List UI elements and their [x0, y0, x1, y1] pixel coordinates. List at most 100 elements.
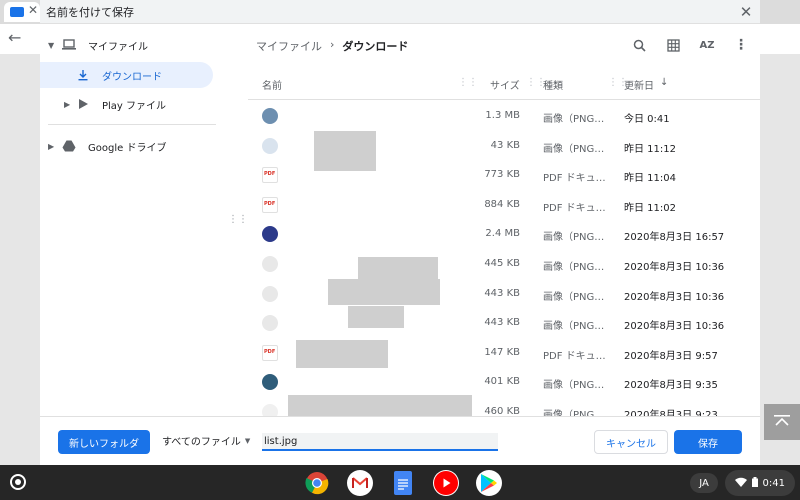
sidebar-item-label: ダウンロード [102, 71, 162, 83]
file-size: 1.3 MB [485, 110, 520, 121]
grid-view-icon[interactable] [662, 34, 684, 56]
file-date: 昨日 11:12 [624, 143, 676, 155]
file-size: 884 KB [484, 198, 520, 210]
file-row[interactable]: 1.3 MB 画像（PNG… 今日 0:41 [248, 101, 760, 131]
breadcrumb-root[interactable]: マイファイル [256, 38, 322, 54]
redaction-block [296, 339, 388, 368]
sidebar-item-downloads[interactable]: ダウンロード [40, 62, 213, 88]
file-date: 昨日 11:04 [624, 173, 676, 185]
play-store-icon[interactable] [476, 470, 502, 496]
scroll-to-top-button[interactable] [764, 404, 800, 440]
file-type: 画像（PNG… [543, 291, 605, 303]
file-date: 2020年8月3日 16:57 [624, 232, 725, 244]
column-header: 名前 ⋮⋮ サイズ ⋮⋮ 種類 ⋮⋮ 更新日 ↓ [248, 68, 760, 100]
file-type: PDF ドキュ… [543, 202, 606, 214]
file-type: 画像（PNG… [543, 321, 605, 333]
file-row[interactable]: 443 KB 画像（PNG… 2020年8月3日 10:36 [248, 306, 760, 338]
expand-arrow-icon[interactable]: ▶ [48, 142, 54, 151]
breadcrumb-current: ダウンロード [342, 40, 409, 53]
filter-label: すべてのファイル [162, 437, 241, 448]
file-date: 2020年8月3日 10:36 [624, 262, 725, 273]
download-icon [76, 68, 90, 82]
shelf: JA 0:41 [0, 465, 800, 500]
screen: ✕ ← 名前を付けて保存 ✕ ▼ マイファイル ダウンロード ▶ Play ファ… [0, 0, 800, 500]
ime-indicator[interactable]: JA [690, 473, 718, 493]
sort-az-icon[interactable]: AZ [696, 34, 718, 56]
sort-arrow-icon[interactable]: ↓ [660, 77, 668, 88]
status-tray[interactable]: 0:41 [725, 470, 795, 496]
arrow-up-icon [774, 415, 790, 426]
expand-arrow-icon[interactable]: ▶ [64, 100, 70, 109]
column-date[interactable]: 更新日 [624, 77, 654, 92]
file-date: 2020年8月3日 10:36 [624, 291, 725, 303]
file-date: 2020年8月3日 9:35 [624, 380, 718, 392]
file-row[interactable]: 2.4 MB 画像（PNG… 2020年8月3日 16:57 [248, 219, 760, 249]
close-icon[interactable]: ✕ [736, 0, 756, 24]
gmail-icon[interactable] [347, 470, 373, 496]
pinned-apps [304, 470, 502, 496]
sidebar-item-my-files[interactable]: ▼ マイファイル [40, 32, 213, 58]
sidebar-item-label: Play ファイル [102, 100, 167, 112]
file-size: 401 KB [484, 376, 520, 388]
expand-arrow-icon[interactable]: ▼ [48, 41, 54, 50]
launcher-icon[interactable] [10, 474, 26, 490]
file-size: 445 KB [484, 258, 520, 269]
file-date: 2020年8月3日 10:36 [624, 321, 725, 333]
image-thumbnail [262, 285, 278, 302]
file-row[interactable]: 43 KB 画像（PNG… 昨日 11:12 [248, 130, 760, 171]
column-size[interactable]: サイズ [490, 77, 520, 92]
battery-icon [751, 476, 758, 490]
file-size: 43 KB [490, 139, 520, 151]
file-type-filter[interactable]: すべてのファイル ▼ [162, 433, 251, 449]
splitter-handle[interactable]: ⋮⋮ [228, 214, 248, 225]
dialog-title: 名前を付けて保存 [46, 6, 134, 19]
file-row[interactable]: 147 KB PDF ドキュ… 2020年8月3日 9:57 [248, 338, 760, 368]
column-resize-handle[interactable]: ⋮⋮ [458, 77, 478, 88]
file-row[interactable]: 773 KB PDF ドキュ… 昨日 11:04 [248, 160, 760, 190]
wifi-icon [734, 477, 747, 490]
image-thumbnail [262, 315, 278, 332]
new-folder-button[interactable]: 新しいフォルダ [58, 430, 150, 454]
file-row[interactable]: 443 KB 画像（PNG… 2020年8月3日 10:36 [248, 278, 760, 309]
filename-input[interactable] [262, 433, 498, 451]
dialog-content: ▼ マイファイル ダウンロード ▶ Play ファイル ▶ Google ドライ… [40, 24, 760, 421]
file-type: 画像（PNG… [543, 143, 605, 155]
google-docs-icon[interactable] [390, 470, 416, 496]
google-drive-icon [62, 139, 76, 153]
file-type: 画像（PNG… [543, 232, 605, 244]
image-thumbnail [262, 374, 278, 391]
save-as-dialog: 名前を付けて保存 ✕ ▼ マイファイル ダウンロード ▶ Play ファイル ▶… [0, 0, 800, 465]
image-thumbnail [262, 137, 278, 154]
file-type: 画像（PNG… [543, 380, 605, 392]
sidebar-item-play-files[interactable]: ▶ Play ファイル [40, 91, 213, 117]
file-date: 2020年8月3日 9:57 [624, 350, 718, 362]
file-row[interactable]: 401 KB 画像（PNG… 2020年8月3日 9:35 [248, 367, 760, 397]
file-size: 147 KB [484, 346, 520, 358]
file-type: PDF ドキュ… [543, 350, 606, 362]
file-type: 画像（PNG… [543, 262, 605, 273]
toolbar: AZ ⋮ [628, 34, 752, 56]
pdf-file-icon [262, 344, 278, 361]
column-name[interactable]: 名前 [262, 77, 282, 92]
image-thumbnail [262, 256, 278, 272]
search-icon[interactable] [628, 34, 650, 56]
file-size: 443 KB [484, 287, 520, 299]
chevron-down-icon: ▼ [244, 436, 251, 445]
file-row[interactable]: 445 KB 画像（PNG… 2020年8月3日 10:36 [248, 249, 760, 297]
dialog-footer: 新しいフォルダ すべてのファイル ▼ キャンセル 保存 [40, 416, 760, 465]
column-type[interactable]: 種類 [543, 77, 563, 92]
sidebar-item-google-drive[interactable]: ▶ Google ドライブ [40, 133, 213, 159]
save-button[interactable]: 保存 [674, 430, 742, 454]
file-list-pane: マイファイル › ダウンロード AZ ⋮ 名前 ⋮⋮ サイズ ⋮⋮ 種類 ⋮⋮ … [248, 24, 760, 421]
sidebar-item-label: Google ドライブ [88, 142, 167, 154]
file-row[interactable]: 884 KB PDF ドキュ… 昨日 11:02 [248, 190, 760, 220]
file-size: 773 KB [484, 169, 520, 181]
file-type: 画像（PNG… [543, 114, 605, 125]
cancel-button[interactable]: キャンセル [594, 430, 668, 454]
chrome-icon[interactable] [304, 470, 330, 496]
youtube-icon[interactable] [433, 470, 459, 496]
sidebar: ▼ マイファイル ダウンロード ▶ Play ファイル ▶ Google ドライ… [40, 24, 230, 416]
breadcrumb-separator-icon: › [330, 38, 335, 51]
clock: 0:41 [762, 477, 785, 489]
more-vert-icon[interactable]: ⋮ [730, 34, 752, 56]
